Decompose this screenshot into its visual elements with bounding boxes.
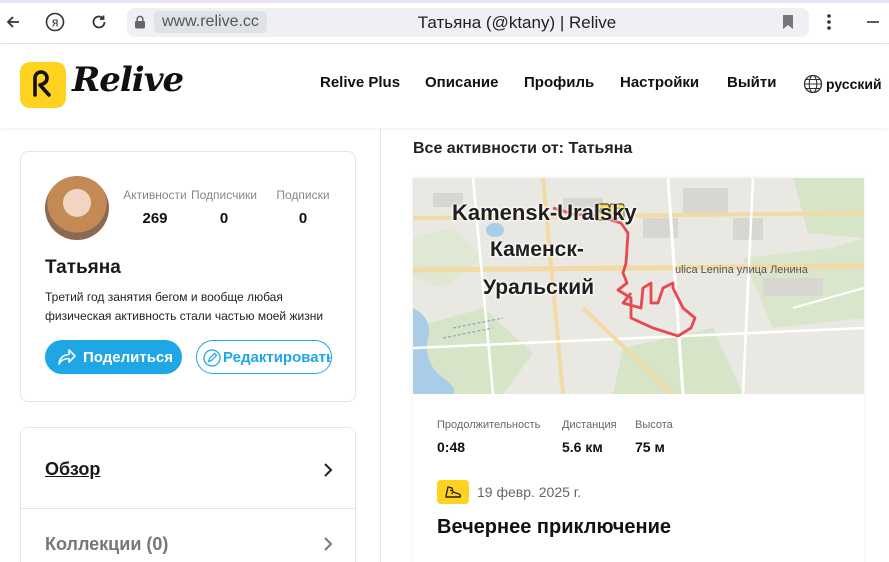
metric-value: 5.6 км (562, 439, 603, 455)
edit-label: Редактировать (223, 348, 332, 366)
language-label: русский (826, 76, 882, 92)
svg-text:я: я (51, 16, 58, 30)
activity-map[interactable]: Kamensk-Uralsky Каменск- Уральский ulica… (413, 178, 864, 394)
back-arrow-icon[interactable] (0, 9, 26, 35)
map-city-label-ru-1: Каменск- (490, 238, 584, 261)
activity-card[interactable]: Kamensk-Uralsky Каменск- Уральский ulica… (413, 178, 864, 562)
stat-label: Подписки (276, 188, 330, 202)
metric-distance: Дистанция 5.6 км (562, 419, 617, 455)
stat-value: 0 (298, 210, 308, 227)
stat-following[interactable]: Подписки 0 (263, 188, 343, 227)
profile-bio: Третий год занятия бегом и вообще любая … (45, 290, 324, 323)
chevron-right-icon (323, 536, 333, 557)
minimize-icon[interactable] (860, 9, 886, 35)
stat-value: 0 (219, 210, 229, 227)
metric-label: Высота (635, 419, 673, 431)
metric-value: 0:48 (437, 439, 466, 455)
activity-title[interactable]: Вечернее приключение (437, 516, 671, 539)
running-shoe-icon (437, 480, 469, 504)
metric-label: Дистанция (562, 419, 617, 431)
relive-logo-icon[interactable] (20, 62, 66, 108)
profile-menu: Обзор Коллекции (0) (20, 427, 356, 562)
language-selector[interactable]: русский (803, 74, 882, 94)
map-city-label-ru-2: Уральский (483, 276, 595, 299)
site-header: Relive Relive Plus Описание Профиль Наст… (0, 44, 889, 128)
tab-strip-edge (0, 0, 889, 3)
edit-profile-button[interactable]: Редактировать (196, 340, 332, 374)
pencil-icon (203, 349, 221, 371)
menu-item-label: Коллекции (0) (45, 534, 169, 554)
activity-date: 19 февр. 2025 г. (477, 484, 582, 500)
menu-item-overview[interactable]: Обзор (21, 428, 355, 508)
menu-item-label: Обзор (45, 459, 101, 479)
profile-card: Активности 269 Подписчики 0 Подписки 0 Т… (20, 151, 356, 402)
activities-heading: Все активности от: Татьяна (413, 140, 633, 157)
metric-value: 75 м (635, 439, 665, 455)
address-bar[interactable]: www.relive.cc Татьяна (@ktany) | Relive (127, 8, 809, 37)
nav-relive-plus[interactable]: Relive Plus (320, 74, 400, 91)
url-domain[interactable]: www.relive.cc (154, 11, 267, 33)
nav-logout[interactable]: Выйти (727, 74, 776, 91)
stat-value: 269 (142, 210, 168, 227)
menu-item-collections[interactable]: Коллекции (0) (21, 502, 355, 562)
bookmark-icon[interactable] (781, 14, 795, 35)
stat-followers[interactable]: Подписчики 0 (184, 188, 264, 227)
nav-profile[interactable]: Профиль (524, 74, 594, 91)
metric-elevation: Высота 75 м (635, 419, 673, 455)
map-street-label: ulica Lenina улица Ленина (675, 264, 808, 276)
column-divider (380, 128, 381, 562)
profile-name: Татьяна (45, 257, 121, 278)
yandex-icon[interactable]: я (42, 9, 68, 35)
chevron-right-icon (323, 462, 333, 483)
page-title-in-bar: Татьяна (@ktany) | Relive (417, 13, 617, 32)
share-label: Поделиться (83, 348, 174, 366)
metric-duration: Продолжительность 0:48 (437, 419, 540, 455)
nav-description[interactable]: Описание (425, 74, 498, 91)
share-arrow-icon (57, 348, 77, 370)
metric-label: Продолжительность (437, 419, 541, 431)
lock-icon (134, 15, 146, 34)
share-button[interactable]: Поделиться (45, 340, 182, 374)
reload-icon[interactable] (86, 9, 112, 35)
relive-wordmark[interactable]: Relive (72, 60, 184, 100)
more-menu-icon[interactable] (816, 9, 842, 35)
nav-settings[interactable]: Настройки (620, 74, 699, 91)
stat-activities[interactable]: Активности 269 (115, 188, 195, 227)
map-city-label-en: Kamensk-Uralsky (452, 200, 637, 225)
stat-label: Подписчики (190, 188, 257, 202)
avatar[interactable] (45, 176, 109, 240)
globe-icon (803, 74, 823, 94)
browser-toolbar: я www.relive.cc Татьяна (@ktany) | Reliv… (0, 0, 889, 44)
stat-label: Активности (123, 188, 187, 202)
